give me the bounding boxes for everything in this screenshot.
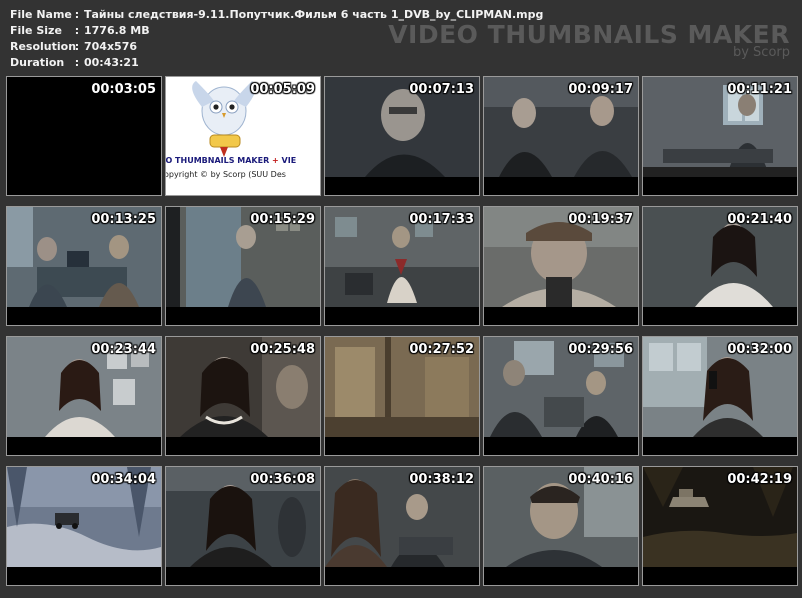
brand-title: VIDEO THUMBNAILS MAKER <box>388 20 790 49</box>
logo-title-text: EO THUMBNAILS MAKER + VIE <box>165 156 297 165</box>
thumbnail-00:38:12: 00:38:12 <box>324 466 480 586</box>
info-colon: : <box>74 8 80 21</box>
timestamp-label: 00:21:40 <box>727 212 792 227</box>
thumbnail-00:05:09: EO THUMBNAILS MAKER + VIE opyright © by S… <box>165 76 321 196</box>
timestamp-label: 00:36:08 <box>250 472 315 487</box>
info-key: File Name <box>10 8 72 21</box>
duration-value: 00:43:21 <box>84 56 139 69</box>
thumbnail-00:36:08: 00:36:08 <box>165 466 321 586</box>
info-key: File Size <box>10 24 62 37</box>
timestamp-label: 00:38:12 <box>409 472 474 487</box>
thumbnail-00:09:17: 00:09:17 <box>483 76 639 196</box>
thumbnail-00:03:05: 00:03:05 <box>6 76 162 196</box>
info-key: Resolution <box>10 40 77 53</box>
thumbnail-00:17:33: 00:17:33 <box>324 206 480 326</box>
thumbnail-00:42:19: 00:42:19 <box>642 466 798 586</box>
thumbnail-00:29:56: 00:29:56 <box>483 336 639 456</box>
logo-copyright-text: opyright © by Scorp (SUU Des <box>165 170 286 179</box>
timestamp-label: 00:25:48 <box>250 342 315 357</box>
thumbnail-00:19:37: 00:19:37 <box>483 206 639 326</box>
thumbnail-00:34:04: 00:34:04 <box>6 466 162 586</box>
timestamp-label: 00:27:52 <box>409 342 474 357</box>
info-key: Duration <box>10 56 65 69</box>
timestamp-label: 00:05:09 <box>250 82 315 97</box>
thumbnail-00:40:16: 00:40:16 <box>483 466 639 586</box>
timestamp-label: 00:11:21 <box>727 82 792 97</box>
timestamp-label: 00:15:29 <box>250 212 315 227</box>
timestamp-label: 00:13:25 <box>91 212 156 227</box>
logo-title-line: EO THUMBNAILS MAKER <box>165 156 270 165</box>
info-colon: : <box>74 24 80 37</box>
file-size-value: 1776.8 MB <box>84 24 150 37</box>
timestamp-label: 00:03:05 <box>91 82 156 97</box>
timestamp-label: 00:34:04 <box>91 472 156 487</box>
thumbnail-00:25:48: 00:25:48 <box>165 336 321 456</box>
timestamp-label: 00:40:16 <box>568 472 633 487</box>
thumbnail-00:23:44: 00:23:44 <box>6 336 162 456</box>
thumbnail-00:32:00: 00:32:00 <box>642 336 798 456</box>
timestamp-label: 00:17:33 <box>409 212 474 227</box>
info-colon: : <box>74 40 80 53</box>
thumbnail-00:11:21: 00:11:21 <box>642 76 798 196</box>
timestamp-label: 00:29:56 <box>568 342 633 357</box>
timestamp-label: 00:23:44 <box>91 342 156 357</box>
thumbnail-00:27:52: 00:27:52 <box>324 336 480 456</box>
logo-plus: + <box>272 156 279 165</box>
info-colon: : <box>74 56 80 69</box>
timestamp-label: 00:09:17 <box>568 82 633 97</box>
timestamp-label: 00:42:19 <box>727 472 792 487</box>
timestamp-label: 00:19:37 <box>568 212 633 227</box>
logo-title-tail: VIE <box>281 156 297 165</box>
thumbnail-00:07:13: 00:07:13 <box>324 76 480 196</box>
brand-watermark: VIDEO THUMBNAILS MAKER by Scorp <box>388 22 790 60</box>
thumbnail-00:13:25: 00:13:25 <box>6 206 162 326</box>
timestamp-label: 00:32:00 <box>727 342 792 357</box>
thumbnail-00:15:29: 00:15:29 <box>165 206 321 326</box>
thumbnail-00:21:40: 00:21:40 <box>642 206 798 326</box>
timestamp-label: 00:07:13 <box>409 82 474 97</box>
resolution-value: 704x576 <box>84 40 138 53</box>
